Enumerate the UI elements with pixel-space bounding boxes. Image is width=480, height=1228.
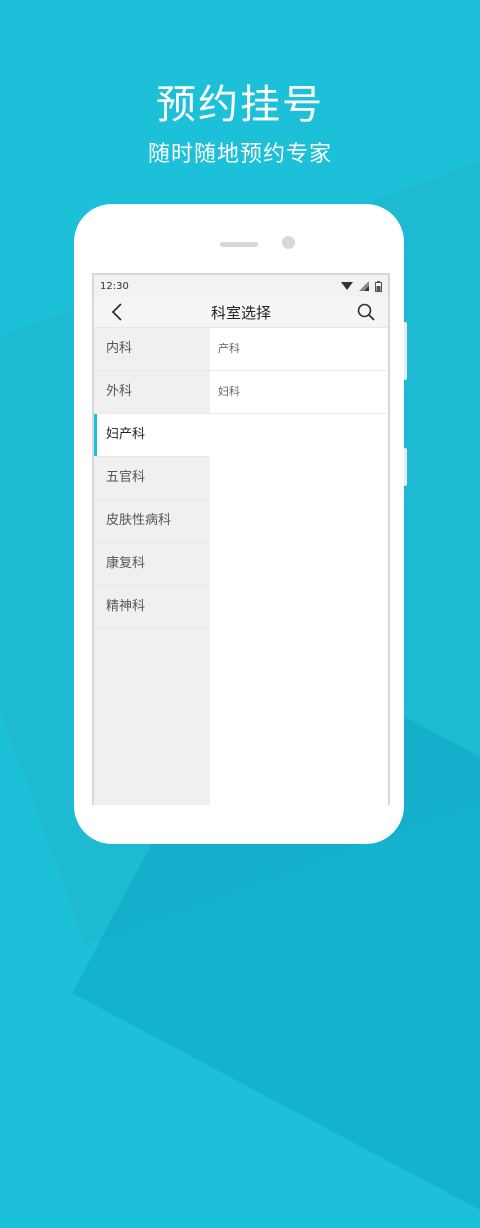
department-selector: 内科 外科 妇产科 五官科 皮肤性病科 康复科 精神科 产科 妇科 [94, 328, 388, 805]
status-icons [341, 280, 382, 292]
phone-camera [282, 236, 295, 249]
wifi-icon [341, 282, 353, 290]
promo-headline: 预约挂号 [156, 82, 324, 128]
phone-speaker [220, 242, 258, 247]
sub-department-list: 产科 妇科 [210, 328, 388, 805]
department-item-selected[interactable]: 妇产科 [94, 414, 210, 457]
department-item[interactable]: 康复科 [94, 543, 210, 586]
department-item[interactable]: 精神科 [94, 586, 210, 629]
status-bar: 12:30 [94, 275, 388, 297]
promo-subline: 随时随地预约专家 [147, 142, 332, 167]
department-item[interactable]: 内科 [94, 328, 210, 371]
app-bar: 科室选择 [94, 297, 388, 328]
department-list: 内科 外科 妇产科 五官科 皮肤性病科 康复科 精神科 [94, 328, 210, 805]
status-time: 12:30 [100, 280, 129, 292]
page-title: 科室选择 [210, 303, 271, 322]
chevron-left-icon[interactable] [108, 302, 128, 322]
department-item[interactable]: 外科 [94, 371, 210, 414]
sub-department-item[interactable]: 妇科 [210, 371, 388, 414]
signal-icon [359, 281, 369, 291]
department-item[interactable]: 皮肤性病科 [94, 500, 210, 543]
sub-department-item[interactable]: 产科 [210, 328, 388, 371]
battery-icon [375, 280, 382, 292]
search-icon[interactable] [356, 302, 376, 322]
department-item[interactable]: 五官科 [94, 457, 210, 500]
phone-mockup: 12:30 科室选择 内科 外科 妇产科 五官科 皮肤性病科 康复科 精神科 产… [74, 204, 404, 844]
phone-screen: 12:30 科室选择 内科 外科 妇产科 五官科 皮肤性病科 康复科 精神科 产… [92, 273, 390, 805]
